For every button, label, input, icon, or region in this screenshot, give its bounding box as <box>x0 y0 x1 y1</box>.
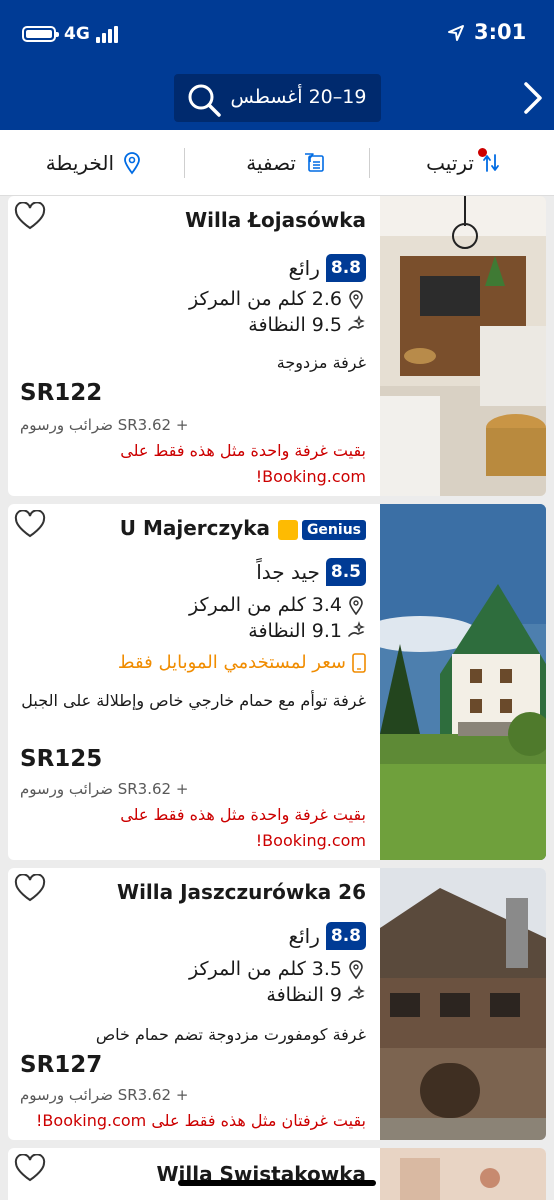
heart-icon[interactable] <box>14 1154 46 1182</box>
app-header: 4G 3:01 19–20 أغسطس <box>0 0 554 130</box>
review-score: 8.8 <box>325 922 366 950</box>
cleanliness-text: 9 النظافة <box>266 984 342 1006</box>
listing-photo[interactable] <box>380 196 546 496</box>
hotel-name[interactable]: U Majerczyka <box>120 516 270 540</box>
home-indicator[interactable] <box>178 1180 376 1186</box>
listing-photo[interactable] <box>380 868 546 1140</box>
listing-card[interactable]: Genius U Majerczyka 8.5 جيد جداً 3.4 كلم… <box>8 504 546 860</box>
sparkle-hand-icon <box>348 621 365 637</box>
listing-card[interactable]: Willa Jaszczurówka 26 8.8 رائع 3.5 كلم م… <box>8 868 546 1140</box>
cleanliness: 9.5 النظافة <box>248 314 366 336</box>
room-type: غرفة مزدوجة <box>276 353 366 372</box>
thumbs-up-icon <box>278 520 298 540</box>
heart-icon[interactable] <box>14 874 46 902</box>
distance: 3.4 كلم من المركز <box>189 594 366 616</box>
distance: 2.6 كلم من المركز <box>189 288 366 310</box>
distance-text: 2.6 كلم من المركز <box>188 288 342 310</box>
hotel-name[interactable]: Willa Jaszczurówka 26 <box>117 880 366 904</box>
sort-indicator-dot <box>478 148 487 157</box>
sparkle-hand-icon <box>348 985 365 1001</box>
cleanliness-text: 9.1 النظافة <box>248 620 342 642</box>
battery-icon <box>22 26 59 42</box>
network-type: 4G <box>64 24 90 44</box>
taxes: + SR3.62 ضرائب ورسوم <box>20 780 189 798</box>
sort-button[interactable]: ترتيب <box>426 130 500 196</box>
location-arrow-icon <box>448 25 464 41</box>
divider <box>184 148 185 178</box>
rating: 8.8 رائع <box>288 254 366 282</box>
clock: 3:01 <box>474 20 527 44</box>
cleanliness: 9.1 النظافة <box>248 620 366 642</box>
distance-text: 3.4 كلم من المركز <box>188 594 342 616</box>
filter-label: تصفية <box>246 151 296 175</box>
chevron-right-icon[interactable] <box>518 80 546 116</box>
taxes: + SR3.62 ضرائب ورسوم <box>20 1086 189 1104</box>
hotel-name[interactable]: Willa Łojasówka <box>185 208 366 232</box>
review-score: 8.8 <box>325 254 366 282</box>
location-pin-icon <box>349 290 363 309</box>
price: SR125 <box>20 746 103 772</box>
heart-icon[interactable] <box>14 510 46 538</box>
distance-text: 3.5 كلم من المركز <box>188 958 342 980</box>
signal-icon <box>96 26 122 43</box>
taxes: + SR3.62 ضرائب ورسوم <box>20 416 189 434</box>
listing-photo[interactable] <box>380 504 546 860</box>
filter-button[interactable]: تصفية <box>246 130 326 196</box>
availability-warning: بقيت غرفتان مثل هذه فقط على Booking.com! <box>36 1111 366 1130</box>
location-pin-icon <box>349 596 363 615</box>
map-pin-icon <box>124 152 140 175</box>
filter-icon <box>305 153 324 172</box>
mobile-rate-text: سعر لمستخدمي الموبايل فقط <box>117 652 346 673</box>
listing-card[interactable]: Willa Swistakowka <box>8 1148 546 1200</box>
price: SR127 <box>20 1052 103 1078</box>
genius-badge: Genius <box>301 520 366 540</box>
status-bar: 4G 3:01 <box>0 18 554 52</box>
sparkle-hand-icon <box>348 315 365 331</box>
review-score: 8.5 <box>325 558 366 586</box>
heart-icon[interactable] <box>14 202 46 230</box>
review-label: رائع <box>288 256 320 280</box>
cleanliness-text: 9.5 النظافة <box>248 314 342 336</box>
availability-warning: بقيت غرفة واحدة مثل هذه فقط على Booking.… <box>120 805 366 850</box>
review-label: جيد جداً <box>256 560 320 584</box>
review-label: رائع <box>288 924 320 948</box>
sort-label: ترتيب <box>426 151 474 175</box>
room-type: غرفة توأم مع حمام خارجي خاص وإطلالة على … <box>21 691 366 710</box>
listing-card[interactable]: Willa Łojasówka 8.8 رائع 2.6 كلم من المر… <box>8 196 546 496</box>
distance: 3.5 كلم من المركز <box>189 958 366 980</box>
mobile-rate: سعر لمستخدمي الموبايل فقط <box>118 652 366 673</box>
divider <box>369 148 370 178</box>
availability-warning: بقيت غرفة واحدة مثل هذه فقط على Booking.… <box>120 441 366 486</box>
location-pin-icon <box>349 960 363 979</box>
rating: 8.5 جيد جداً <box>256 558 366 586</box>
cleanliness: 9 النظافة <box>266 984 366 1006</box>
map-label: الخريطة <box>45 151 114 175</box>
search-icon <box>188 84 221 117</box>
price: SR122 <box>20 380 103 406</box>
search-dates-button[interactable]: 19–20 أغسطس <box>174 74 381 122</box>
room-type: غرفة كومفورت مزدوجة تضم حمام خاص <box>95 1025 366 1044</box>
rating: 8.8 رائع <box>288 922 366 950</box>
toolbar: ترتيب تصفية الخريطة <box>0 130 554 196</box>
date-range: 19–20 أغسطس <box>230 86 367 108</box>
mobile-phone-icon <box>352 652 366 673</box>
listing-photo[interactable] <box>380 1148 546 1200</box>
map-button[interactable]: الخريطة <box>46 130 142 196</box>
